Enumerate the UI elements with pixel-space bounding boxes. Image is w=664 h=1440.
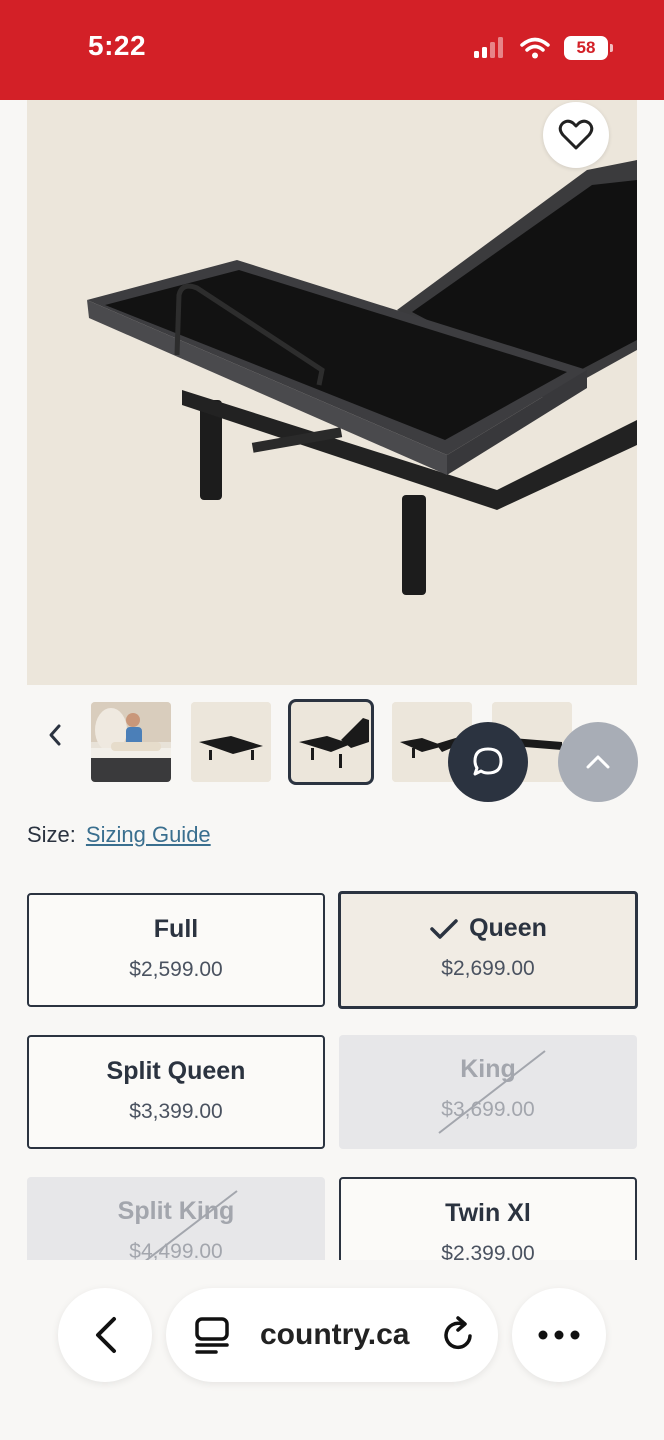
- size-option-price: $4,499.00: [129, 1240, 223, 1260]
- heart-icon: [558, 119, 594, 150]
- status-time: 5:22: [88, 30, 147, 61]
- status-icons: 58: [474, 36, 613, 60]
- address-bar[interactable]: country.ca: [166, 1288, 498, 1382]
- unavailable-strike: [438, 1050, 546, 1134]
- size-option-price: $2,599.00: [129, 958, 223, 981]
- chat-button[interactable]: [448, 722, 528, 802]
- chevron-up-icon: [586, 755, 610, 769]
- size-label: Size:: [27, 822, 76, 847]
- adjustable-bed-base-image: [27, 100, 637, 685]
- size-option-queen[interactable]: Queen $2,699.00: [338, 891, 638, 1009]
- chat-icon: [473, 747, 503, 776]
- product-main-image[interactable]: [27, 100, 637, 685]
- size-options: Full $2,599.00 Queen $2,699.00 Split Que…: [0, 880, 664, 1260]
- thumbnail-prev-button[interactable]: [40, 720, 70, 750]
- size-option-price: $3,699.00: [441, 1098, 535, 1121]
- tabs-icon: [195, 1317, 229, 1354]
- thumbnail-lifestyle-image: [91, 702, 171, 782]
- size-option-price: $3,399.00: [129, 1100, 223, 1123]
- wifi-icon: [520, 37, 550, 59]
- scroll-to-top-button[interactable]: [558, 722, 638, 802]
- size-option-name: Split Queen: [106, 1057, 246, 1085]
- size-option-price: $2,699.00: [441, 957, 535, 980]
- size-option-price: $2,399.00: [441, 1242, 535, 1260]
- size-option-split-king: Split King $4,499.00: [27, 1177, 325, 1260]
- url-text: country.ca: [260, 1318, 410, 1351]
- reload-icon[interactable]: [440, 1316, 476, 1354]
- thumbnail-2[interactable]: [191, 702, 271, 782]
- size-option-king: King $3,699.00: [339, 1035, 637, 1149]
- thumbnail-raised-bed-image: [291, 702, 371, 782]
- size-option-name: Full: [153, 915, 199, 943]
- battery-level: 58: [576, 38, 596, 57]
- favorite-button[interactable]: [543, 102, 609, 168]
- size-option-name: Split King: [117, 1197, 235, 1225]
- size-option-split-queen[interactable]: Split Queen $3,399.00: [27, 1035, 325, 1149]
- checkmark-icon: [430, 918, 458, 939]
- thumbnail-3-selected[interactable]: [288, 699, 374, 785]
- size-row: Size: Sizing Guide: [27, 822, 211, 848]
- chevron-left-icon: [49, 724, 61, 746]
- sizing-guide-link[interactable]: Sizing Guide: [86, 822, 211, 847]
- size-option-full[interactable]: Full $2,599.00: [27, 893, 325, 1007]
- size-option-name: Twin Xl: [445, 1199, 531, 1227]
- size-option-name: King: [460, 1055, 516, 1083]
- size-option-name: Queen: [469, 914, 547, 942]
- size-option-twin-xl[interactable]: Twin Xl $2,399.00: [339, 1177, 637, 1260]
- back-icon: [96, 1317, 116, 1353]
- browser-back-button[interactable]: [58, 1288, 152, 1382]
- browser-more-button[interactable]: [512, 1288, 606, 1382]
- signal-icon: [474, 37, 503, 58]
- battery-icon: 58: [564, 36, 613, 60]
- size-option-name-row: Queen: [341, 914, 635, 943]
- thumbnail-flat-bed-image: [191, 702, 271, 782]
- thumbnail-1[interactable]: [91, 702, 171, 782]
- more-icon: [538, 1330, 580, 1340]
- status-bar: 5:22 58: [0, 0, 664, 100]
